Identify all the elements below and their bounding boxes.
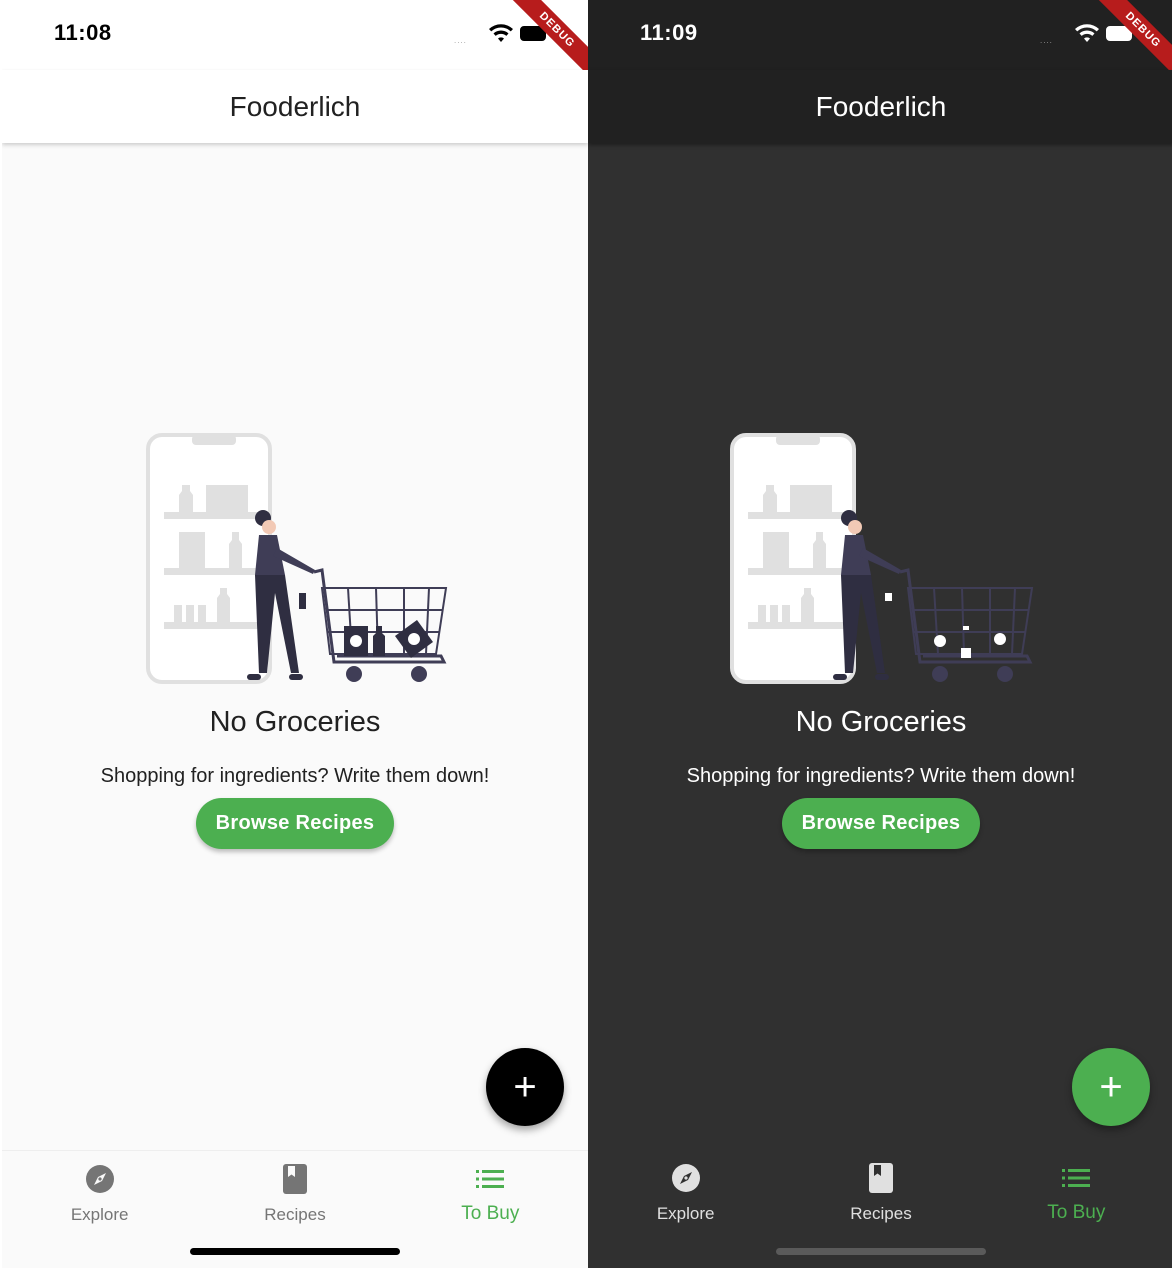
light-screen: 11:08 .... DEBUG Fooderlich No Groceries…: [2, 0, 588, 1268]
nav-label-to-buy: To Buy: [461, 1203, 520, 1224]
home-indicator[interactable]: [190, 1248, 400, 1255]
book-icon: [282, 1163, 307, 1195]
empty-state-subtitle: Shopping for ingredients? Write them dow…: [100, 765, 490, 787]
signal-icon: ....: [454, 36, 467, 45]
nav-label-recipes: Recipes: [264, 1205, 326, 1224]
page-title: Fooderlich: [229, 90, 361, 122]
browse-recipes-button[interactable]: Browse Recipes: [196, 798, 394, 849]
dark-screen: 11:09 .... DEBUG Fooderlich No Groceries…: [588, 0, 1172, 1268]
compass-icon: [85, 1163, 115, 1195]
status-time: 11:08: [54, 20, 112, 45]
nav-label-explore: Explore: [70, 1205, 129, 1224]
list-icon: [1062, 1162, 1091, 1194]
list-icon: [476, 1163, 505, 1195]
page-title: Fooderlich: [815, 90, 947, 122]
nav-item-to-buy[interactable]: To Buy: [393, 1151, 588, 1268]
book-icon: [868, 1162, 893, 1194]
browse-recipes-button[interactable]: Browse Recipes: [782, 798, 980, 849]
nav-label-to-buy: To Buy: [1047, 1202, 1106, 1223]
nav-item-to-buy[interactable]: To Buy: [979, 1150, 1172, 1268]
signal-icon: ....: [1040, 36, 1053, 45]
shopping-cart-illustration: [146, 433, 448, 684]
add-item-button[interactable]: +: [486, 1048, 564, 1126]
nav-item-explore[interactable]: Explore: [2, 1151, 197, 1268]
app-bar: Fooderlich: [588, 70, 1172, 143]
nav-label-explore: Explore: [656, 1204, 715, 1223]
add-item-button[interactable]: +: [1072, 1048, 1150, 1126]
home-indicator[interactable]: [776, 1248, 986, 1255]
app-bar: Fooderlich: [2, 70, 588, 143]
shopping-cart-illustration: [730, 433, 1034, 684]
compass-icon: [671, 1162, 701, 1194]
empty-state-subtitle: Shopping for ingredients? Write them dow…: [686, 765, 1076, 787]
empty-state-title: No Groceries: [209, 706, 381, 738]
status-time: 11:09: [640, 20, 698, 45]
nav-label-recipes: Recipes: [850, 1204, 912, 1223]
nav-item-explore[interactable]: Explore: [588, 1150, 783, 1268]
empty-state-title: No Groceries: [795, 706, 967, 738]
